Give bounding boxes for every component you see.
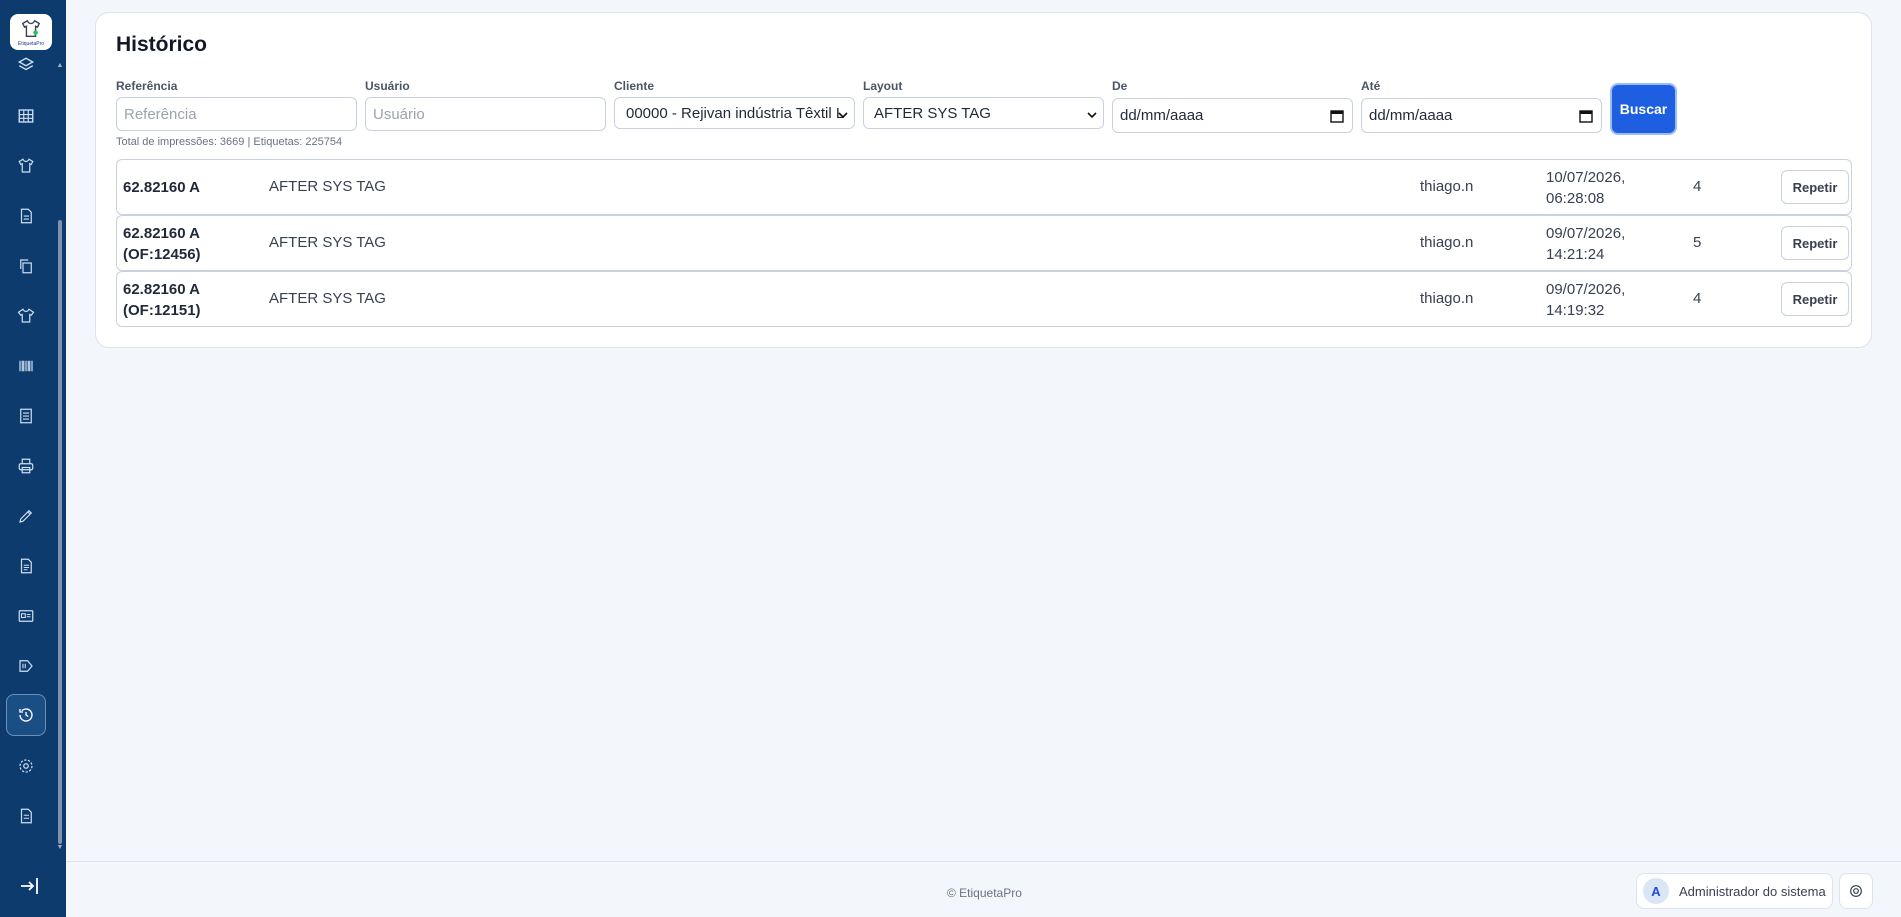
row-reference: 62.82160 A [123, 179, 201, 196]
gear-icon [1850, 885, 1862, 897]
theme-settings-button[interactable] [1839, 873, 1873, 909]
history-icon [19, 708, 33, 722]
user-menu[interactable]: A Administrador do sistema [1636, 873, 1833, 909]
app-logo[interactable]: EtiquetaPro [10, 14, 52, 50]
ate-date-input[interactable]: dd/mm/aaaa [1361, 98, 1602, 133]
row-quantity: 4 [1693, 290, 1702, 307]
table-row: 62.82160 A (OF:12151) AFTER SYS TAG thiag… [116, 271, 1852, 327]
sidebar-item-settings[interactable] [13, 753, 39, 779]
cliente-label: Cliente [614, 79, 655, 93]
scroll-up-arrow[interactable]: ▲ [56, 62, 64, 70]
chevron-down-icon [838, 112, 848, 119]
list-document-icon [20, 408, 32, 424]
calendar-icon[interactable] [1330, 109, 1344, 123]
sidebar: EtiquetaPro ▲ ▼ [0, 0, 66, 917]
cliente-value: 00000 - Rejivan indústria Têxtil L [626, 104, 845, 122]
layers-icon [17, 57, 35, 71]
pen-tool-icon [19, 509, 33, 523]
row-quantity: 5 [1693, 234, 1702, 251]
calendar-icon[interactable] [1579, 109, 1593, 123]
row-date: 09/07/2026, 14:19:32 [1546, 281, 1626, 319]
copy-icon [20, 259, 32, 274]
totals-summary: Total de impressões: 3669 | Etiquetas: 2… [116, 136, 343, 148]
cliente-select[interactable]: 00000 - Rejivan indústria Têxtil L [614, 97, 855, 129]
sidebar-item-tshirt[interactable] [13, 303, 39, 329]
sidebar-item-label-scan[interactable] [13, 653, 39, 679]
sidebar-item-barcode[interactable] [13, 353, 39, 379]
page-title: Histórico [116, 33, 208, 56]
referencia-label: Referência [116, 79, 178, 93]
sidebar-item-document[interactable] [13, 203, 39, 229]
table-row: 62.82160 A AFTER SYS TAG thiago.n 10/07/… [116, 159, 1852, 215]
shirt-icon [18, 158, 34, 173]
table-icon [18, 109, 34, 123]
row-layout: AFTER SYS TAG [269, 178, 386, 195]
table-row: 62.82160 A (OF:12456) AFTER SYS TAG thiag… [116, 215, 1852, 271]
layout-value: AFTER SYS TAG [874, 104, 991, 122]
sidebar-item-file-text[interactable] [13, 553, 39, 579]
row-layout: AFTER SYS TAG [269, 234, 386, 251]
sidebar-item-list-document[interactable] [13, 403, 39, 429]
barcode-icon [19, 360, 33, 372]
settings-icon [19, 759, 33, 773]
scroll-down-arrow[interactable]: ▼ [56, 844, 64, 852]
de-date-input[interactable]: dd/mm/aaaa [1112, 98, 1353, 133]
row-quantity: 4 [1693, 178, 1702, 195]
ate-value: dd/mm/aaaa [1369, 107, 1453, 124]
layout-select[interactable]: AFTER SYS TAG [863, 97, 1104, 129]
referencia-placeholder: Referência [124, 105, 197, 123]
de-value: dd/mm/aaaa [1120, 107, 1204, 124]
buscar-button[interactable]: Buscar [1610, 83, 1677, 135]
repetir-button[interactable]: Repetir [1781, 226, 1849, 260]
footer: © EtiquetaPro A Administrador do sistema [66, 861, 1901, 917]
history-card: Histórico Referência Referência Usuário … [95, 12, 1872, 348]
sidebar-item-id-card[interactable] [13, 603, 39, 629]
report-icon [20, 808, 32, 824]
sidebar-item-history[interactable] [6, 694, 46, 736]
sidebar-item-copy[interactable] [13, 253, 39, 279]
layout-label: Layout [863, 79, 903, 93]
sidebar-scrollbar[interactable] [58, 220, 62, 844]
usuario-placeholder: Usuário [373, 105, 425, 123]
logout-button[interactable] [18, 874, 42, 898]
sidebar-item-pen-tool[interactable] [13, 503, 39, 529]
row-reference: 62.82160 A (OF:12151) [123, 281, 201, 319]
sidebar-item-layers[interactable] [13, 52, 39, 78]
sidebar-item-report[interactable] [13, 803, 39, 829]
row-date: 09/07/2026, 14:21:24 [1546, 225, 1626, 263]
ate-label: Até [1361, 79, 1381, 93]
row-layout: AFTER SYS TAG [269, 290, 386, 307]
avatar: A [1643, 878, 1669, 904]
copyright-text: © EtiquetaPro [947, 886, 1022, 900]
logo-shirt-icon [21, 19, 41, 38]
row-date: 10/07/2026, 06:28:08 [1546, 169, 1626, 207]
repetir-button[interactable]: Repetir [1781, 282, 1849, 316]
document-icon [20, 208, 32, 224]
user-name: Administrador do sistema [1679, 883, 1826, 899]
usuario-label: Usuário [365, 79, 410, 93]
de-label: De [1112, 79, 1128, 93]
label-scan-icon [19, 660, 33, 672]
referencia-input[interactable]: Referência [116, 97, 357, 131]
row-user: thiago.n [1420, 178, 1474, 195]
tshirt-icon [17, 308, 35, 323]
sidebar-item-printer[interactable] [13, 453, 39, 479]
logout-icon [21, 878, 38, 894]
file-text-icon [20, 558, 32, 574]
row-user: thiago.n [1420, 290, 1474, 307]
printer-icon [18, 458, 34, 474]
chevron-down-icon [1087, 112, 1097, 119]
sidebar-item-table[interactable] [13, 103, 39, 129]
id-card-icon [18, 610, 34, 622]
logo-text: EtiquetaPro [17, 41, 45, 47]
row-user: thiago.n [1420, 234, 1474, 251]
usuario-input[interactable]: Usuário [365, 97, 606, 131]
sidebar-item-shirt[interactable] [13, 153, 39, 179]
repetir-button[interactable]: Repetir [1781, 170, 1849, 204]
row-reference: 62.82160 A (OF:12456) [123, 225, 201, 263]
